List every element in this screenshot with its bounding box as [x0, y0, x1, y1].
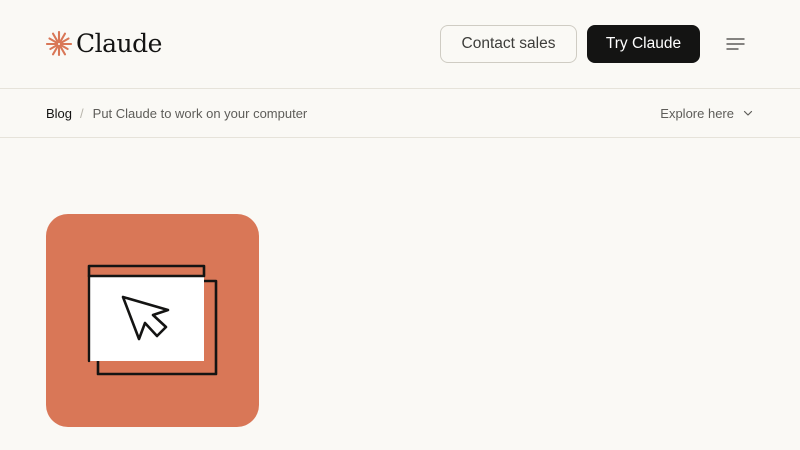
claude-starburst-icon: [46, 31, 72, 57]
contact-sales-button[interactable]: Contact sales: [440, 25, 577, 63]
menu-icon: [726, 38, 745, 50]
site-header: Claude Contact sales Try Claude: [0, 0, 800, 89]
breadcrumb-separator: /: [80, 105, 84, 121]
explore-label: Explore here: [660, 105, 734, 121]
computer-window-cursor-icon: [87, 264, 218, 376]
sub-navigation: Blog / Put Claude to work on your comput…: [0, 89, 800, 138]
logo-wordmark: Claude: [76, 29, 162, 58]
breadcrumb-current-page: Put Claude to work on your computer: [92, 105, 308, 121]
claude-logo-link[interactable]: Claude: [46, 29, 162, 59]
chevron-down-icon: [743, 110, 753, 116]
try-claude-button[interactable]: Try Claude: [587, 25, 700, 63]
page: Claude Contact sales Try Claude Blog / P…: [0, 0, 800, 450]
breadcrumb-blog-link[interactable]: Blog: [46, 106, 72, 121]
breadcrumb: Blog / Put Claude to work on your comput…: [46, 89, 307, 137]
menu-button[interactable]: [723, 33, 747, 55]
hero-illustration-tile: [46, 214, 259, 427]
explore-dropdown[interactable]: Explore here: [660, 89, 754, 137]
